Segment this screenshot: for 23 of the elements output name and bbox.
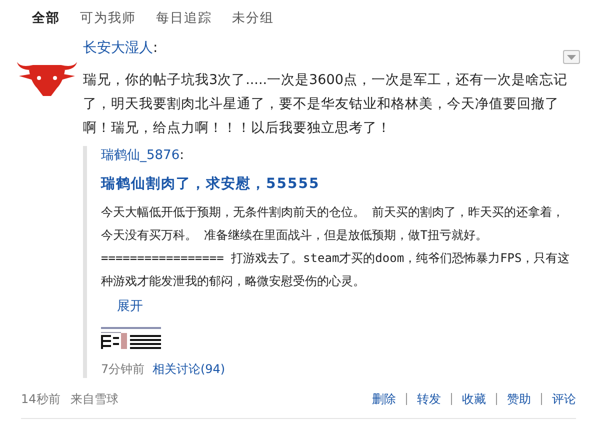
filter-tab[interactable]: 可为我师 bbox=[80, 6, 136, 32]
filter-tab[interactable]: 每日追踪 bbox=[156, 6, 212, 32]
post-text: 瑞兄，你的帖子坑我3次了.....一次是3600点，一次是军工，还有一次是啥忘记了，明天我要割肉北斗星通了，要不是华友钴业和格林美，今天净值要回撤了啊！瑞兄，给点力啊！！！以后我要独立思考了！ bbox=[83, 71, 568, 138]
related-link[interactable]: 相关讨论(94) bbox=[152, 362, 226, 376]
colon-text: : bbox=[153, 40, 158, 56]
timestamp: 7分钟前 bbox=[101, 362, 145, 376]
action-link[interactable]: 转发 bbox=[417, 390, 441, 408]
caret-icon bbox=[567, 54, 576, 60]
action-link[interactable]: 赞助 bbox=[507, 390, 531, 408]
filter-tab[interactable]: 全部 bbox=[32, 6, 60, 32]
quote-title-link[interactable]: 瑞鹤仙割肉了，求安慰，55555 bbox=[101, 176, 320, 192]
colon-text: : bbox=[180, 148, 184, 163]
timestamp: 14秒前 bbox=[21, 392, 60, 406]
source-text: 来自雪球 bbox=[70, 392, 118, 406]
filter-tab[interactable]: 未分组 bbox=[232, 6, 274, 32]
action-link[interactable]: 收藏 bbox=[462, 390, 486, 408]
action-link[interactable]: 评论 bbox=[552, 390, 576, 408]
dropdown-button[interactable] bbox=[563, 50, 580, 64]
action-link[interactable]: 删除 bbox=[372, 390, 396, 408]
quote-author-link[interactable]: 瑞鹤仙_5876 bbox=[101, 148, 180, 163]
quote-text: 今天大幅低开低于预期，无条件割肉前天的仓位。 前天买的割肉了，昨天买的还拿着，今天没有买万科。 准备继续在里面战斗，但是放低预期，做T扭亏就好。 ================= 打游戏去了。steam才买的doom，纯爷们恐怖暴力FPS，只有这种游戏才能发泄我的郁闷，略微安慰受伤的心灵。 bbox=[101, 204, 571, 290]
author-link[interactable]: 长安大湿人 bbox=[83, 40, 153, 56]
expand-link[interactable]: 展开 bbox=[117, 296, 143, 316]
